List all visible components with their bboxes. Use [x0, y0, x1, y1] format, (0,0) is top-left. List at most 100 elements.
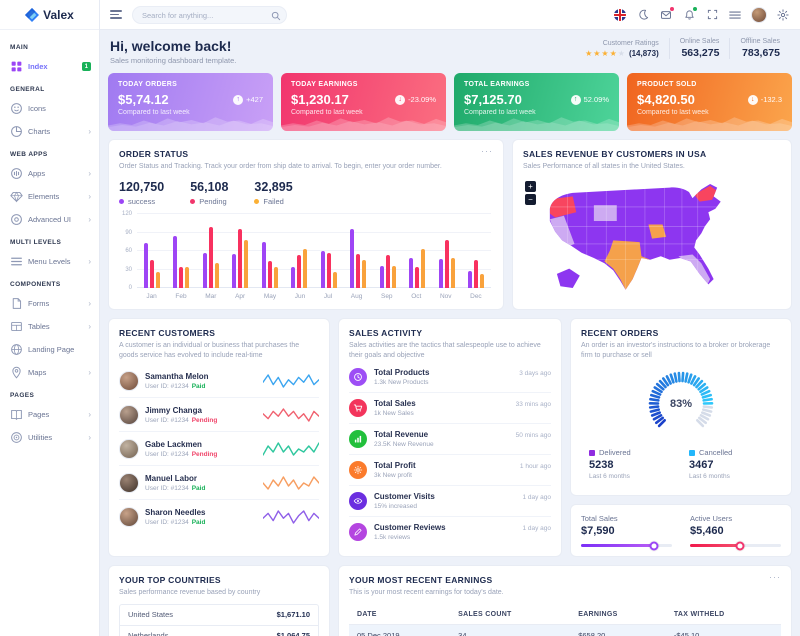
bar-group-apr [232, 214, 248, 288]
activity-list-item: Customer Reviews1.5k reviews1 day ago [349, 517, 551, 547]
order-status-subtitle: Order Status and Tracking. Track your or… [119, 162, 493, 171]
welcome-bar: Hi, welcome back! Sales monitoring dashb… [108, 36, 792, 73]
bar-failed [480, 274, 484, 288]
sidebar-item-label: Index [28, 62, 77, 71]
bar-success [380, 266, 384, 288]
slider-track[interactable] [690, 544, 781, 547]
sidebar-item-index[interactable]: Index1 [0, 55, 99, 78]
sidebar-item-maps[interactable]: Maps› [0, 361, 99, 384]
messages-icon[interactable] [659, 8, 673, 22]
map-zoom-out-button[interactable]: − [525, 194, 536, 205]
x-tick-label: Sep [381, 293, 393, 300]
top-countries-card: YOUR TOP COUNTRIES Sales performance rev… [108, 565, 330, 636]
bar-failed [274, 267, 278, 288]
language-flag-icon[interactable] [613, 8, 627, 22]
map-region-wyoming[interactable] [594, 206, 617, 222]
activity-info: Total Profit3k New profit [374, 461, 513, 479]
sidebar-item-label: Charts [28, 127, 83, 136]
sales-map-subtitle: Sales Performance of all states in the U… [523, 162, 781, 171]
stat-card-3[interactable]: TOTAL EARNINGS$7,125.70↑52.09%Compared t… [454, 73, 619, 131]
legend-head: Cancelled [689, 448, 781, 457]
recent-earnings-subtitle: This is your most recent earnings for to… [349, 588, 781, 597]
sidebar-item-forms[interactable]: Forms› [0, 292, 99, 315]
legend-dot [254, 199, 259, 204]
app-logo[interactable]: Valex [0, 0, 99, 30]
bar-pending [356, 254, 360, 289]
sidebar-toggle-icon[interactable] [110, 10, 122, 19]
activity-list-item: Total Sales1k New Sales33 mins ago [349, 393, 551, 424]
order-status-stat-legend: Pending [190, 197, 228, 206]
smiley-icon [10, 102, 23, 115]
activity-title: Customer Reviews [374, 523, 515, 532]
bar-pending [179, 267, 183, 289]
user-avatar[interactable] [751, 7, 767, 23]
orders-legend: Delivered5238Last 6 monthsCancelled3467L… [581, 448, 781, 480]
stat-card-change-value: -132.3 [761, 95, 782, 104]
recent-earnings-more-icon[interactable]: ··· [769, 574, 781, 580]
chevron-right-icon: › [88, 410, 91, 419]
map-zoom-in-button[interactable]: + [525, 181, 536, 192]
customer-info: Jimmy ChangaUser ID: #1234Pending [145, 406, 257, 424]
slider-track[interactable] [581, 544, 672, 547]
chevron-right-icon: › [88, 192, 91, 201]
stat-card-2[interactable]: TODAY EARNINGS$1,230.17↓-23.09%Compared … [281, 73, 446, 131]
order-status-more-icon[interactable]: ··· [481, 148, 493, 154]
legend-dot [190, 199, 195, 204]
slider-value: $5,460 [690, 525, 781, 537]
bar-failed [451, 258, 455, 288]
customer-status: Paid [192, 383, 206, 390]
customer-info: Gabe LackmenUser ID: #1234Pending [145, 440, 257, 458]
gauge-percent-label: 83% [581, 398, 781, 410]
fullscreen-icon[interactable] [705, 8, 719, 22]
search-bar [132, 5, 287, 25]
sidebar-item-landing-page[interactable]: Landing Page [0, 338, 99, 361]
search-icon[interactable] [271, 8, 281, 26]
search-input[interactable] [132, 6, 287, 24]
sidebar-item-menu-levels[interactable]: Menu Levels› [0, 250, 99, 273]
sidebar-item-apps[interactable]: Apps› [0, 162, 99, 185]
order-status-card: ORDER STATUS ··· Order Status and Tracki… [108, 139, 504, 310]
activity-info: Customer Reviews1.5k reviews [374, 523, 515, 541]
stat-card-value: $7,125.70 [464, 92, 522, 107]
recent-orders-title: RECENT ORDERS [581, 328, 781, 338]
stat-card-wave-decoration [108, 109, 273, 131]
sidebar-item-charts[interactable]: Charts› [0, 120, 99, 143]
earnings-date-cell: 05 Dec 2019 [349, 624, 450, 636]
sidebar-item-pages[interactable]: Pages› [0, 403, 99, 426]
customer-name: Gabe Lackmen [145, 440, 257, 449]
sidebar-item-utilities[interactable]: Utilities› [0, 426, 99, 449]
map-region-alaska[interactable] [557, 269, 580, 288]
bar-group-may [262, 214, 278, 288]
menu-icon[interactable] [728, 8, 742, 22]
slider-value: $7,590 [581, 525, 672, 537]
sidebar-item-icons[interactable]: Icons [0, 97, 99, 120]
sales-activity-subtitle: Sales activities are the tactics that sa… [349, 341, 551, 360]
dark-mode-icon[interactable] [636, 8, 650, 22]
stat-card-title: TODAY ORDERS [118, 81, 263, 88]
customer-user-id: User ID: #1234Paid [145, 519, 257, 526]
activity-subtitle: 1.3k New Products [374, 379, 512, 386]
bar-failed [362, 260, 366, 288]
sidebar-item-tables[interactable]: Tables› [0, 315, 99, 338]
settings-gear-icon[interactable] [776, 8, 790, 22]
earnings-table-header: DATESALES COUNTEARNINGSTAX WITHELD [349, 605, 781, 625]
stat-card-1[interactable]: TODAY ORDERS$5,74.12↑+427Compared to las… [108, 73, 273, 131]
slider-handle[interactable] [736, 541, 745, 550]
recent-customers-subtitle: A customer is an individual or business … [119, 341, 319, 360]
order-status-stat-legend: Failed [254, 197, 292, 206]
sidebar-item-elements[interactable]: Elements › [0, 185, 99, 208]
sidebar-item-advanced-ui[interactable]: Advanced UI› [0, 208, 99, 231]
bar-success [173, 236, 177, 288]
chart-icon [349, 430, 367, 448]
slider-handle[interactable] [649, 541, 658, 550]
country-name: United States [128, 610, 173, 619]
customer-status: Pending [192, 417, 218, 424]
y-tick-label: 60 [125, 248, 132, 254]
notifications-icon[interactable] [682, 8, 696, 22]
usa-map[interactable]: + − [523, 177, 781, 295]
clock-icon [349, 368, 367, 386]
sidebar-item-label: Elements [28, 192, 83, 201]
stat-card-4[interactable]: PRODUCT SOLD$4,820.50↓-132.3Compared to … [627, 73, 792, 131]
legend-square [589, 450, 595, 456]
stat-card-value-row: $5,74.12↑+427 [118, 92, 263, 107]
